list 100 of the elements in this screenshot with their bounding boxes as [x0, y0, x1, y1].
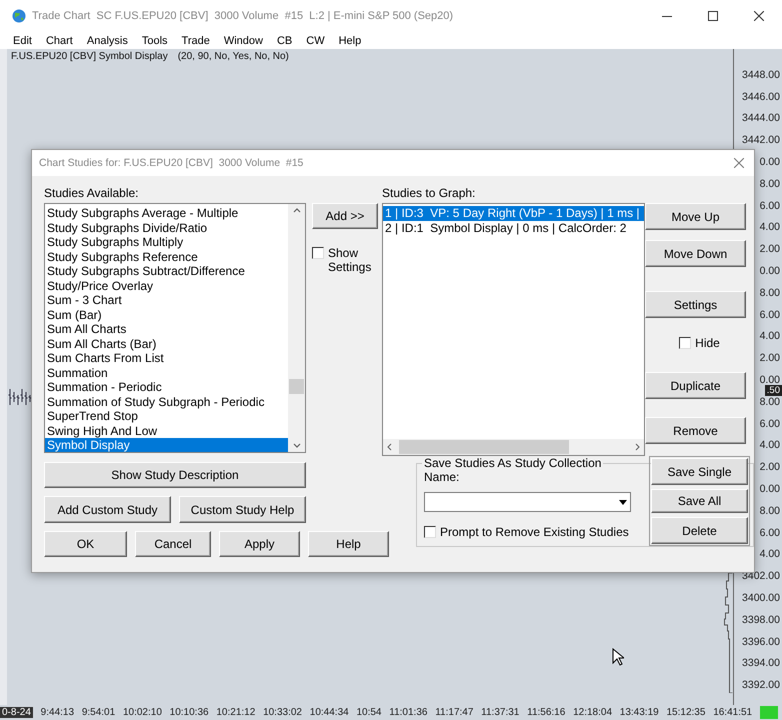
show-description-button[interactable]: Show Study Description	[44, 462, 306, 488]
globe-icon	[12, 9, 26, 23]
side-button[interactable]: Settings	[645, 291, 746, 318]
scrollbar-thumb[interactable]	[399, 440, 569, 454]
price-label: 8.00	[760, 286, 780, 299]
time-label: 13:43:19	[620, 707, 659, 718]
current-price-label: .50	[764, 385, 782, 396]
list-item[interactable]: Study Subgraphs Average - Multiple	[45, 206, 288, 220]
scrollbar-thumb[interactable]	[289, 379, 304, 394]
list-item[interactable]: Summation	[45, 366, 288, 380]
price-label: 4.00	[760, 548, 780, 560]
price-label: 8.00	[760, 504, 780, 517]
price-label: 2.00	[760, 461, 780, 474]
menu-item[interactable]: Chart	[38, 34, 80, 46]
price-label: 3448.00	[742, 68, 780, 81]
group-title: Save Studies As Study Collection	[423, 456, 602, 470]
checkbox[interactable]	[679, 337, 692, 349]
menu-item[interactable]: CB	[270, 34, 300, 46]
study-parameters: (20, 90, No, Yes, No, No)	[178, 51, 289, 62]
time-label: 12:18:04	[573, 707, 612, 718]
list-item[interactable]: Sum Charts From List	[45, 351, 288, 366]
price-label: 6.00	[760, 308, 780, 321]
side-button[interactable]: Duplicate	[645, 372, 746, 399]
cursor-icon	[612, 648, 624, 666]
price-label: 2.00	[760, 352, 780, 364]
name-label: Name:	[424, 470, 460, 486]
price-label: 3444.00	[742, 112, 780, 124]
price-label: 3400.00	[742, 592, 780, 604]
custom-study-button[interactable]: Custom Study Help	[179, 496, 306, 523]
list-item[interactable]: SuperTrend Stop	[45, 409, 288, 424]
collection-button[interactable]: Save All	[651, 489, 748, 513]
scroll-left-icon[interactable]	[386, 443, 392, 451]
side-button[interactable]: Move Down	[645, 240, 746, 267]
menu-item[interactable]: Analysis	[80, 34, 135, 46]
price-label: 3396.00	[742, 636, 780, 648]
list-item[interactable]: Symbol Display	[45, 438, 288, 452]
time-label: 9:54:01	[82, 707, 116, 718]
name-dropdown[interactable]	[424, 492, 631, 512]
list-item[interactable]: Summation of Study Subgraph - Periodic	[45, 394, 288, 409]
time-label: 10:33:02	[263, 707, 302, 718]
add-button[interactable]: Add >>	[312, 203, 378, 229]
price-label: 6.00	[760, 418, 780, 430]
menu-item[interactable]: CW	[299, 34, 332, 46]
list-label: Studies Available:	[44, 186, 140, 202]
checkbox-label: Show Settings	[328, 246, 372, 274]
checkbox-label: Hide	[695, 336, 720, 350]
time-label: 10:21:12	[216, 707, 256, 718]
list-item[interactable]: Sum All Charts	[45, 322, 288, 336]
scroll-up-icon[interactable]	[292, 207, 300, 213]
list-item[interactable]: Study Subgraphs Multiply	[45, 235, 288, 250]
list-item[interactable]: Study/Price Overlay	[45, 278, 288, 293]
price-label: 0.00	[760, 265, 780, 278]
menu-item[interactable]: Trade	[174, 34, 217, 46]
studies-available-list[interactable]	[44, 203, 306, 453]
list-item[interactable]: Swing High And Low	[45, 424, 288, 438]
price-label: 4.00	[760, 330, 780, 342]
scroll-down-icon[interactable]	[292, 443, 300, 449]
list-item[interactable]: Study Subgraphs Subtract/Difference	[45, 264, 288, 278]
time-label: 10:10:36	[170, 707, 209, 718]
custom-study-button[interactable]: Add Custom Study	[44, 496, 171, 523]
menu-item[interactable]: Tools	[134, 34, 175, 46]
close-icon	[754, 11, 764, 21]
window-title: Trade Chart SC F.US.EPU20 [CBV] 3000 Volume #15 L:2 | E-mini S&P 500 (Sep20)	[32, 10, 454, 22]
price-label: 2.00	[760, 243, 780, 256]
caret-icon[interactable]	[619, 500, 627, 504]
studies-to-graph-list[interactable]: 1 | ID:3 VP: 5 Day Right (VbP - 1 Days) | 1 ms | 2 | ID:1 Symbol Display | 0 ms | CalcOrder: 2	[382, 203, 645, 456]
side-button[interactable]: Remove	[645, 417, 746, 444]
study-label: F.US.EPU20 [CBV] Symbol Display	[11, 51, 168, 62]
menu-item[interactable]: Edit	[6, 34, 39, 46]
price-label: 4.00	[760, 221, 780, 234]
footer-button[interactable]: Help	[308, 531, 389, 557]
time-label: 9:44:13	[40, 707, 74, 718]
side-button[interactable]: Move Up	[645, 203, 746, 230]
list-item[interactable]: Sum All Charts (Bar)	[45, 336, 288, 351]
collection-button[interactable]: Delete	[651, 517, 748, 544]
scrollbar[interactable]	[288, 204, 305, 452]
checkbox[interactable]	[424, 526, 436, 538]
footer-button[interactable]: Apply	[219, 531, 300, 557]
list-item[interactable]: Study Subgraphs Reference	[45, 250, 288, 264]
list-item[interactable]: Summation - Periodic	[45, 380, 288, 394]
checkbox-label: Prompt to Remove Existing Studies	[440, 525, 629, 539]
menu-item[interactable]: Help	[332, 34, 368, 46]
collection-button[interactable]: Save Single	[651, 458, 748, 485]
price-label: 0.00	[760, 156, 780, 168]
time-label: 11:01:36	[389, 707, 428, 718]
list-item[interactable]: Sum - 3 Chart	[45, 293, 288, 308]
footer-button[interactable]: OK	[44, 531, 127, 557]
date-label: 0-8-24	[0, 707, 33, 718]
footer-button[interactable]: Cancel	[135, 531, 211, 557]
list-item[interactable]: 1 | ID:3 VP: 5 Day Right (VbP - 1 Days) | 1 ms |	[383, 206, 644, 220]
status-indicator	[760, 706, 778, 719]
time-label: 10:44:34	[310, 707, 349, 718]
scroll-right-icon[interactable]	[635, 443, 641, 451]
list-item[interactable]: Sum (Bar)	[45, 308, 288, 322]
checkbox[interactable]	[312, 247, 324, 259]
scrollbar[interactable]	[383, 439, 644, 455]
menu-item[interactable]: Window	[216, 34, 270, 46]
time-label: 10:02:10	[122, 707, 162, 718]
list-item[interactable]: 2 | ID:1 Symbol Display | 0 ms | CalcOrder: 2	[383, 220, 644, 235]
list-item[interactable]: Study Subgraphs Divide/Ratio	[45, 220, 288, 235]
